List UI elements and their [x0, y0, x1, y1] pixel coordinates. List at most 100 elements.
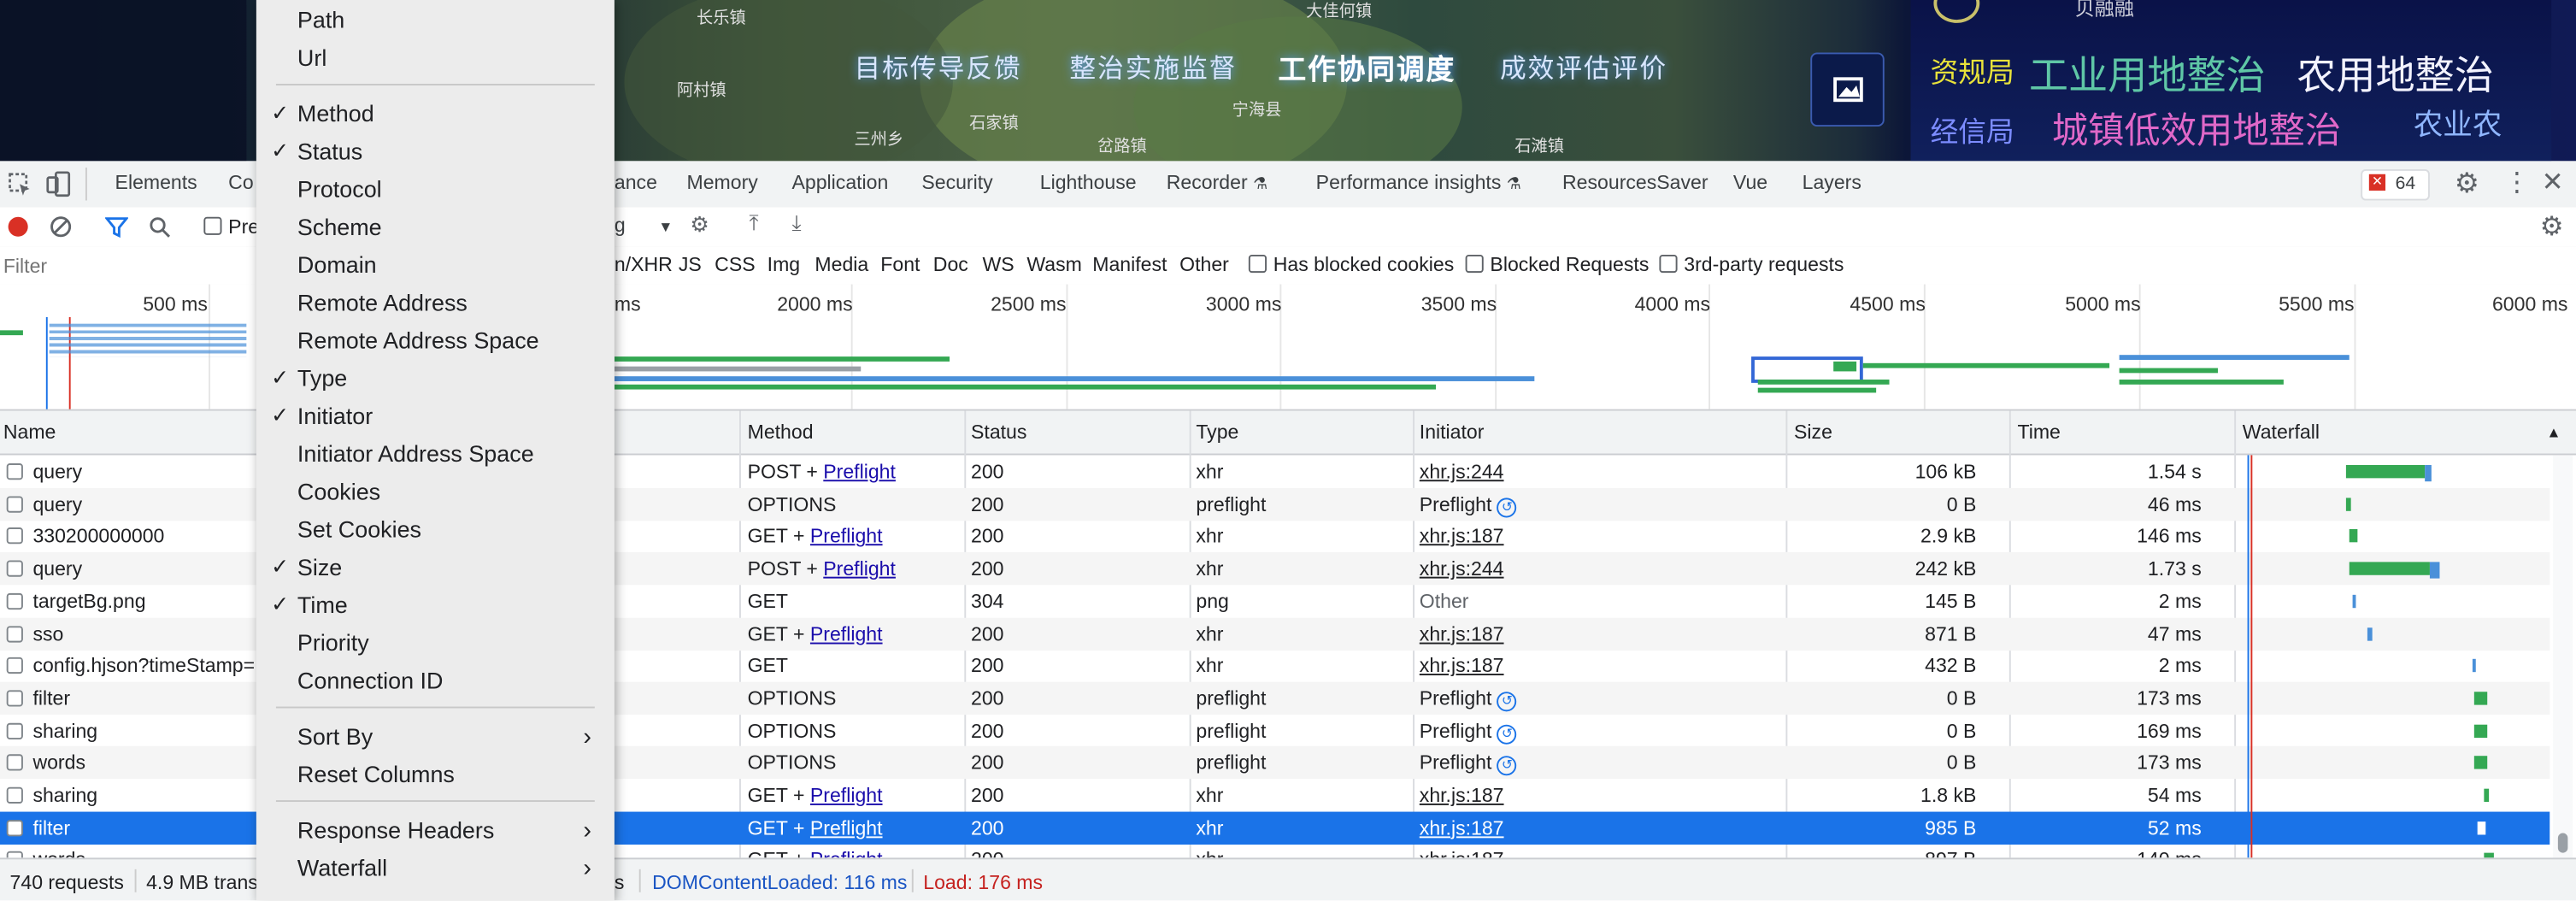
preflight-info-icon[interactable]: ↺ [1497, 497, 1517, 517]
tab-security[interactable]: Security [921, 171, 992, 194]
export-har-icon[interactable]: ⤓ [792, 210, 802, 237]
type-filter-css[interactable]: CSS [715, 253, 755, 276]
request-name[interactable]: sharing [32, 784, 97, 807]
tab-layers[interactable]: Layers [1803, 171, 1861, 194]
menu-item-set-cookies[interactable]: Set Cookies [256, 516, 615, 549]
type-filter-wasm[interactable]: Wasm [1026, 253, 1082, 276]
menu-item-path[interactable]: Path [256, 7, 615, 39]
type-filter-js[interactable]: JS [679, 253, 702, 276]
blocked-requests-checkbox[interactable]: Blocked Requests [1465, 253, 1649, 276]
type-filter-doc[interactable]: Doc [933, 253, 968, 276]
column-header-size[interactable]: Size [1794, 421, 1832, 444]
initiator-link[interactable]: xhr.js:187 [1420, 816, 1504, 839]
sort-ascending-icon[interactable]: ▲ [2546, 424, 2561, 440]
column-header-status[interactable]: Status [971, 421, 1026, 444]
preflight-link[interactable]: Preflight [810, 816, 883, 839]
menu-item-response-headers[interactable]: Response Headers › [256, 816, 615, 849]
clear-icon[interactable] [50, 215, 73, 238]
type-filter-img[interactable]: Img [768, 253, 800, 276]
menu-item-remote-address-space[interactable]: Remote Address Space [256, 327, 615, 360]
column-header-time[interactable]: Time [2017, 421, 2060, 444]
tab-recorder[interactable]: Recorder ⚗ [1167, 171, 1268, 194]
menu-item-time[interactable]: ✓ Time [256, 592, 615, 624]
third-party-requests-checkbox[interactable]: 3rd-party requests [1659, 253, 1844, 276]
menu-item-scheme[interactable]: Scheme [256, 214, 615, 246]
initiator-link[interactable]: xhr.js:244 [1420, 557, 1504, 580]
close-devtools-icon[interactable]: ✕ [2542, 166, 2564, 198]
tab-elements[interactable]: Elements [115, 171, 197, 194]
request-name[interactable]: targetBg.png [32, 590, 145, 613]
preflight-link[interactable]: Preflight [810, 849, 883, 858]
preflight-link[interactable]: Preflight [810, 784, 883, 807]
type-filter-media[interactable]: Media [815, 253, 868, 276]
has-blocked-cookies-checkbox[interactable]: Has blocked cookies [1248, 253, 1454, 276]
initiator-link[interactable]: xhr.js:187 [1420, 784, 1504, 807]
import-har-icon[interactable]: ⤒ [750, 210, 759, 237]
request-name[interactable]: words [32, 751, 85, 774]
column-header-name[interactable]: Name [3, 421, 56, 444]
request-name[interactable]: words [32, 849, 85, 858]
type-filter-font[interactable]: Font [880, 253, 920, 276]
record-icon[interactable] [8, 216, 28, 237]
menu-item-size[interactable]: ✓ Size [256, 554, 615, 586]
network-settings-gear-icon[interactable]: ⚙ [2540, 210, 2564, 243]
network-conditions-icon[interactable]: ⚙ [690, 212, 709, 238]
preflight-info-icon[interactable]: ↺ [1497, 756, 1517, 776]
filter-input[interactable] [0, 250, 254, 283]
request-name[interactable]: query [32, 492, 82, 515]
image-toggle-button[interactable] [1810, 52, 1885, 127]
menu-item-initiator[interactable]: ✓ Initiator [256, 403, 615, 435]
request-name[interactable]: sharing [32, 719, 97, 742]
initiator-link[interactable]: xhr.js:187 [1420, 654, 1504, 677]
initiator-link[interactable]: xhr.js:187 [1420, 525, 1504, 548]
menu-item-connection-id[interactable]: Connection ID [256, 667, 615, 699]
nav-work-coordination[interactable]: 工作协同调度 [1278, 46, 1456, 87]
column-header-type[interactable]: Type [1196, 421, 1238, 444]
tab-performance[interactable]: ance [615, 171, 657, 194]
menu-item-url[interactable]: Url [256, 44, 615, 77]
request-name[interactable]: 330200000000 [32, 525, 164, 548]
request-name[interactable]: sso [32, 622, 63, 645]
menu-item-protocol[interactable]: Protocol [256, 176, 615, 209]
nav-effect-evaluation[interactable]: 成效评估评价 [1500, 46, 1667, 85]
scrollbar-thumb[interactable] [2557, 833, 2568, 853]
menu-item-method[interactable]: ✓ Method [256, 100, 615, 132]
menu-item-domain[interactable]: Domain [256, 251, 615, 284]
type-filter-other[interactable]: Other [1179, 253, 1229, 276]
preflight-link[interactable]: Preflight [823, 557, 896, 580]
settings-gear-icon[interactable]: ⚙ [2455, 168, 2479, 200]
column-header-waterfall[interactable]: Waterfall [2243, 421, 2320, 444]
tab-memory[interactable]: Memory [686, 171, 757, 194]
menu-item-initiator-address-space[interactable]: Initiator Address Space [256, 440, 615, 473]
request-name[interactable]: filter [32, 816, 70, 839]
menu-item-waterfall[interactable]: Waterfall › [256, 855, 615, 887]
error-count-badge[interactable]: ✕ 64 [2361, 168, 2430, 201]
nav-target-feedback[interactable]: 目标传导反馈 [855, 46, 1022, 85]
filter-icon[interactable] [105, 215, 128, 238]
vertical-scrollbar[interactable] [2553, 455, 2573, 858]
request-name[interactable]: filter [32, 686, 70, 710]
tab-console[interactable]: Co [228, 171, 253, 194]
tab-vue[interactable]: Vue [1733, 171, 1767, 194]
column-header-method[interactable]: Method [748, 421, 814, 444]
preflight-link[interactable]: Preflight [823, 460, 896, 483]
preflight-link[interactable]: Preflight [810, 525, 883, 548]
more-options-icon[interactable]: ⋮ [2503, 166, 2530, 198]
device-toolbar-icon[interactable] [46, 169, 73, 199]
preflight-link[interactable]: Preflight [810, 622, 883, 645]
menu-item-sort-by[interactable]: Sort By › [256, 723, 615, 756]
initiator-link[interactable]: xhr.js:187 [1420, 622, 1504, 645]
preflight-info-icon[interactable]: ↺ [1497, 723, 1517, 744]
request-name[interactable]: query [32, 557, 82, 580]
nav-implementation-supervision[interactable]: 整治实施监督 [1069, 46, 1237, 85]
initiator-link[interactable]: xhr.js:187 [1420, 849, 1504, 858]
menu-item-type[interactable]: ✓ Type [256, 365, 615, 398]
request-name[interactable]: query [32, 460, 82, 483]
type-filter-manifest[interactable]: Manifest [1092, 253, 1167, 276]
menu-item-cookies[interactable]: Cookies [256, 478, 615, 510]
tab-application[interactable]: Application [792, 171, 889, 194]
search-icon[interactable] [148, 215, 171, 238]
inspect-element-icon[interactable] [7, 171, 33, 197]
menu-item-remote-address[interactable]: Remote Address [256, 289, 615, 321]
column-header-initiator[interactable]: Initiator [1420, 421, 1485, 444]
